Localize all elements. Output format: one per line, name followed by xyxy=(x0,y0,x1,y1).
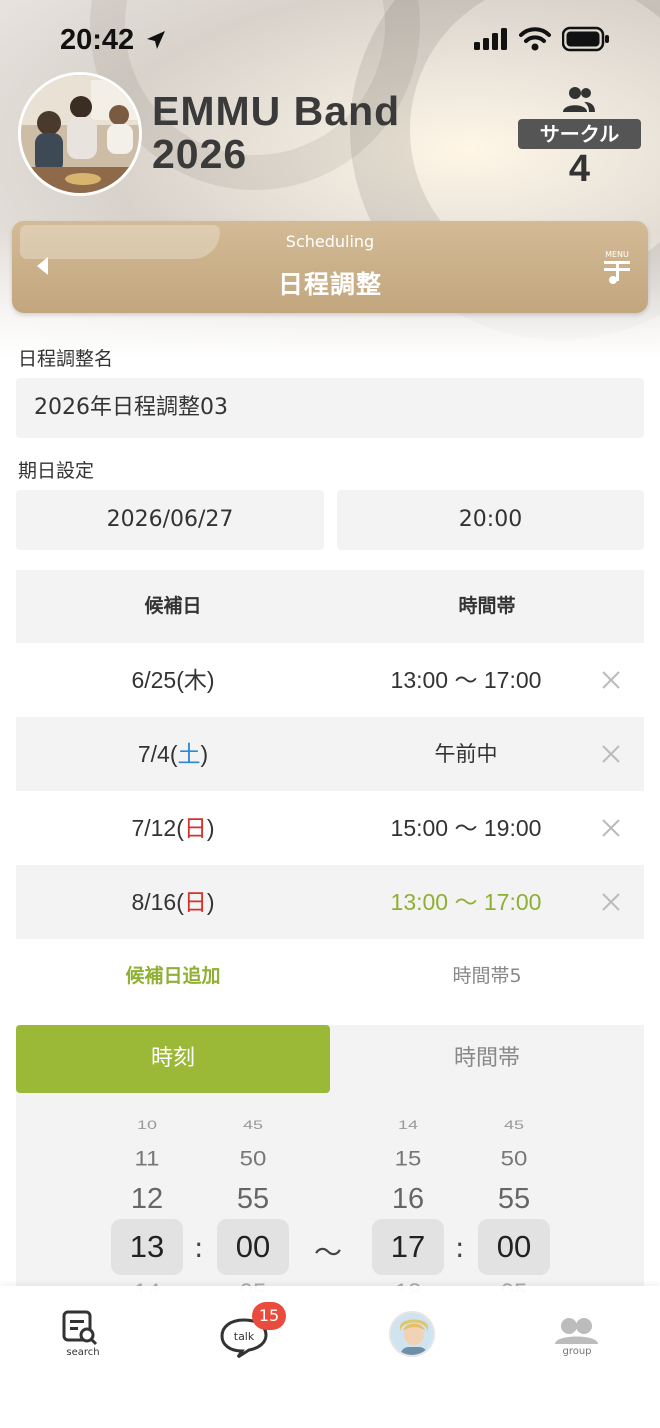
column-header-date: 候補日 xyxy=(144,595,202,617)
start-minute-selected: 00 xyxy=(217,1219,289,1275)
start-hour-selected: 13 xyxy=(111,1219,183,1275)
candidate-time: 15:00 〜 19:00 xyxy=(390,815,542,841)
candidate-date: 6/25(木) xyxy=(131,667,215,693)
deadline-time-field[interactable]: 20:00 xyxy=(337,490,644,550)
status-bar: 20:42 xyxy=(0,20,660,60)
schedule-name-label: 日程調整名 xyxy=(18,348,114,370)
candidate-date: 7/4(土) xyxy=(137,741,209,767)
candidate-time-active: 13:00 〜 17:00 xyxy=(390,889,542,915)
location-arrow-icon xyxy=(147,31,165,49)
schedule-name-field[interactable]: 2026年日程調整03 xyxy=(16,378,644,438)
wifi-icon xyxy=(519,27,551,51)
page-title: 日程調整 xyxy=(277,270,382,299)
band-title: EMMU Band 2026 xyxy=(152,90,400,176)
end-hour-selected: 17 xyxy=(372,1219,444,1275)
candidate-date: 8/16(日) xyxy=(131,889,215,915)
add-candidate-button[interactable]: 候補日追加 xyxy=(16,952,330,1000)
search-icon[interactable]: search xyxy=(54,1308,112,1358)
colon-separator: : xyxy=(455,1231,465,1264)
candidate-date: 7/12(日) xyxy=(131,815,215,841)
table-row[interactable]: 7/4(土) 午前中 xyxy=(16,717,644,791)
time-slot-5-button[interactable]: 時間帯5 xyxy=(330,952,644,1000)
talk-unread-badge: 15 xyxy=(252,1302,286,1330)
candidate-time: 午前中 xyxy=(434,742,498,766)
cellular-signal-icon xyxy=(474,28,507,50)
table-row-selected[interactable]: 8/16(日) 13:00 〜 17:00 xyxy=(16,865,644,939)
members-icon[interactable] xyxy=(562,86,596,114)
menu-label: MENU xyxy=(605,250,629,259)
group-label: group xyxy=(562,1346,591,1357)
table-row[interactable]: 6/25(木) 13:00 〜 17:00 xyxy=(16,643,644,717)
bottom-navigation: search talk 15 group xyxy=(0,1286,660,1428)
scheduling-header-bar: Scheduling 日程調整 MENU xyxy=(12,221,648,313)
battery-icon xyxy=(562,26,609,52)
mode-toggle: 時刻 時間帯 xyxy=(16,1025,644,1093)
remove-icon[interactable] xyxy=(600,891,622,913)
talk-label: talk xyxy=(234,1330,255,1343)
deadline-date-field[interactable]: 2026/06/27 xyxy=(16,490,324,550)
table-header: 候補日 時間帯 xyxy=(16,570,644,643)
candidate-table: 候補日 時間帯 6/25(木) 13:00 〜 17:00 7/4(土) 午前中… xyxy=(16,570,644,939)
band-name-line2: 2026 xyxy=(152,131,248,177)
band-name-line1: EMMU Band xyxy=(152,88,401,134)
user-avatar[interactable] xyxy=(389,1311,435,1357)
tab-time[interactable]: 時刻 xyxy=(16,1025,330,1093)
band-photo-avatar[interactable] xyxy=(18,72,142,196)
time-range-picker: 1011 1213 14 : 4550 5500 05 〜 1415 1617 … xyxy=(16,1093,644,1293)
member-count: 4 xyxy=(568,148,591,190)
remove-icon[interactable] xyxy=(600,817,622,839)
tilde-separator: 〜 xyxy=(314,1236,343,1269)
remove-icon[interactable] xyxy=(600,743,622,765)
tab-time-range[interactable]: 時間帯 xyxy=(330,1025,644,1093)
page-subtitle: Scheduling xyxy=(285,232,375,251)
menu-icon[interactable]: MENU xyxy=(600,249,634,285)
column-header-time: 時間帯 xyxy=(458,595,516,617)
colon-separator: : xyxy=(194,1231,204,1264)
table-row[interactable]: 7/12(日) 15:00 〜 19:00 xyxy=(16,791,644,865)
circle-badge: サークル xyxy=(518,119,641,149)
deadline-label: 期日設定 xyxy=(18,460,95,482)
search-label: search xyxy=(66,1347,99,1358)
group-icon[interactable]: group xyxy=(552,1316,602,1358)
status-time: 20:42 xyxy=(60,24,135,56)
remove-icon[interactable] xyxy=(600,669,622,691)
candidate-time: 13:00 〜 17:00 xyxy=(390,667,542,693)
end-minute-selected: 00 xyxy=(478,1219,550,1275)
